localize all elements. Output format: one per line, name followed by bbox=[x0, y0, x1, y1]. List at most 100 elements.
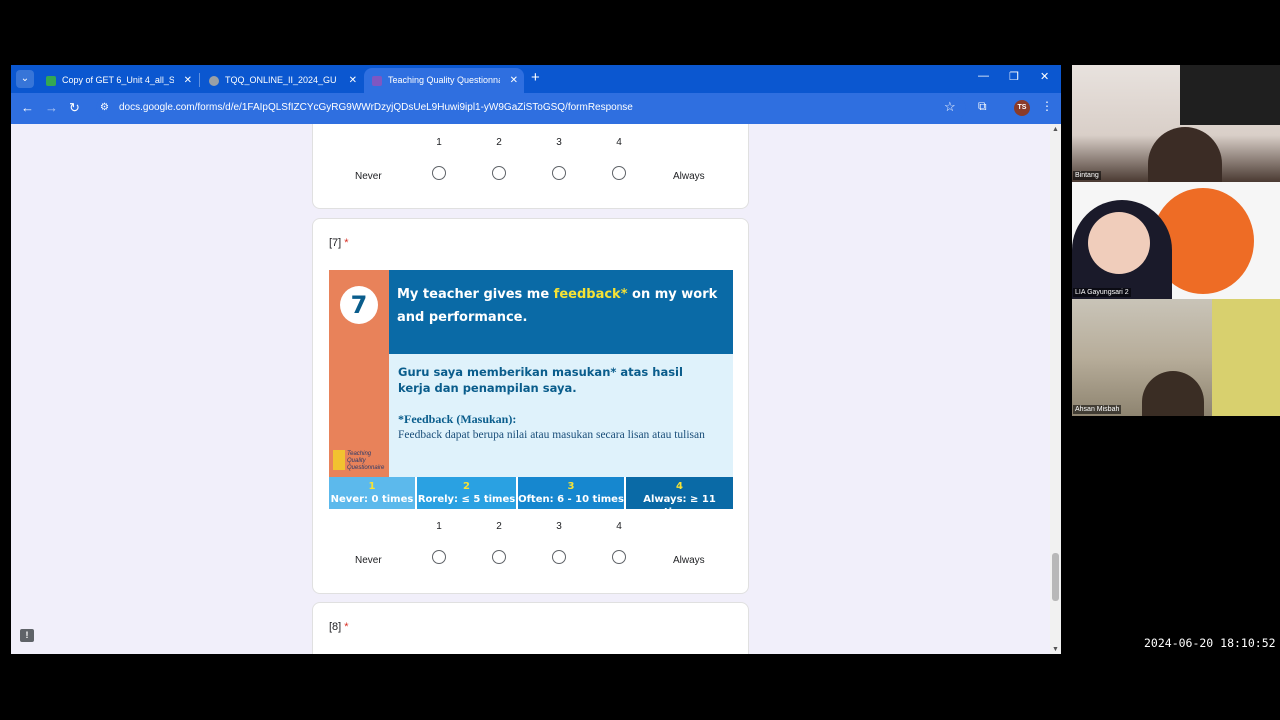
tab-search-icon[interactable]: ⌄ bbox=[16, 70, 34, 88]
english-text: My teacher gives me bbox=[397, 287, 554, 302]
question-card-6: 1 2 3 4 Never Always bbox=[312, 124, 749, 209]
background-object bbox=[1180, 65, 1280, 125]
radio-option-2[interactable] bbox=[492, 550, 506, 564]
profile-avatar[interactable]: TS bbox=[1014, 100, 1030, 116]
close-window-icon[interactable]: ✕ bbox=[1040, 70, 1049, 83]
radio-option-3[interactable] bbox=[552, 550, 566, 564]
question-title: [8] * bbox=[329, 621, 349, 633]
image-english-panel: My teacher gives me feedback* on my work… bbox=[389, 270, 733, 354]
radio-option-4[interactable] bbox=[612, 166, 626, 180]
radio-option-2[interactable] bbox=[492, 166, 506, 180]
radio-option-3[interactable] bbox=[552, 166, 566, 180]
page-viewport: 1 2 3 4 Never Always [7] * 7 Teaching Qu… bbox=[11, 124, 1061, 654]
close-icon[interactable]: ✕ bbox=[349, 68, 357, 93]
radio-option-4[interactable] bbox=[612, 550, 626, 564]
participant-video-tile: Bintang bbox=[1072, 65, 1280, 182]
extensions-icon[interactable]: ⧉ bbox=[978, 99, 987, 114]
indonesian-statement: Guru saya memberikan masukan* atas hasil… bbox=[398, 365, 683, 395]
url-text[interactable]: docs.google.com/forms/d/e/1FAIpQLSfIZCYc… bbox=[119, 102, 633, 113]
logo-mark bbox=[333, 450, 345, 470]
legend-segment-1: 1 Never: 0 times bbox=[329, 477, 417, 509]
globe-icon bbox=[209, 75, 219, 86]
question-image: 7 Teaching Quality Questionnaire My teac… bbox=[329, 270, 733, 509]
scale-high-label: Always bbox=[673, 171, 705, 182]
screen: ⌄ Copy of GET 6_Unit 4_all_SB-G2 ✕ TQQ_O… bbox=[0, 0, 1280, 720]
new-tab-button[interactable]: + bbox=[531, 69, 540, 87]
tab-divider bbox=[199, 73, 200, 87]
tab-label: Teaching Quality Questionnaire bbox=[388, 75, 500, 86]
scale-low-label: Never bbox=[355, 555, 382, 566]
browser-window: ⌄ Copy of GET 6_Unit 4_all_SB-G2 ✕ TQQ_O… bbox=[11, 65, 1061, 654]
recording-timestamp: 2024-06-20 18:10:52 bbox=[1144, 636, 1276, 650]
image-scale-legend: 1 Never: 0 times 2 Rorely: ≤ 5 times 3 Ofte… bbox=[329, 477, 733, 509]
participant-video-tile: LIA Gayungsari 2 bbox=[1072, 182, 1280, 299]
participant-face bbox=[1088, 212, 1150, 274]
tab-label: Copy of GET 6_Unit 4_all_SB-G2 bbox=[62, 75, 174, 86]
browser-toolbar: ← → ↻ ⚙ docs.google.com/forms/d/e/1FAIpQ… bbox=[11, 93, 1061, 124]
scale-number: 2 bbox=[496, 137, 502, 148]
feedback-definition: Feedback dapat berupa nilai atau masukan… bbox=[398, 429, 705, 441]
back-icon[interactable]: ← bbox=[21, 100, 34, 116]
page-scrollbar[interactable]: ▲ ▼ bbox=[1050, 124, 1061, 654]
english-statement: My teacher gives me feedback* on my work… bbox=[397, 283, 727, 329]
question-card-7: [7] * 7 Teaching Quality Questionnaire M… bbox=[312, 218, 749, 594]
legend-label: Often: 6 - 10 times bbox=[518, 494, 624, 505]
participant-figure bbox=[1142, 371, 1204, 416]
close-icon[interactable]: ✕ bbox=[510, 68, 518, 93]
scale-number: 1 bbox=[436, 137, 442, 148]
address-bar[interactable]: ⚙ docs.google.com/forms/d/e/1FAIpQLSfIZC… bbox=[96, 97, 966, 120]
scale-number: 3 bbox=[556, 521, 562, 532]
participant-figure bbox=[1148, 127, 1222, 182]
radio-option-1[interactable] bbox=[432, 166, 446, 180]
legend-number: 1 bbox=[368, 481, 376, 492]
legend-segment-3: 3 Often: 6 - 10 times bbox=[518, 477, 626, 509]
tab-bar: ⌄ Copy of GET 6_Unit 4_all_SB-G2 ✕ TQQ_O… bbox=[11, 65, 1061, 93]
legend-number: 3 bbox=[567, 481, 575, 492]
bookmark-star-icon[interactable]: ☆ bbox=[944, 99, 956, 115]
scale-number: 4 bbox=[616, 137, 622, 148]
question-number: [8] bbox=[329, 621, 342, 633]
scroll-thumb[interactable] bbox=[1052, 553, 1059, 601]
report-feedback-icon[interactable]: ! bbox=[20, 629, 34, 642]
scale-number: 1 bbox=[436, 521, 442, 532]
tab-slides[interactable]: Copy of GET 6_Unit 4_all_SB-G2 ✕ bbox=[38, 68, 198, 93]
tqq-logo: Teaching Quality Questionnaire bbox=[333, 450, 387, 472]
legend-number: 2 bbox=[463, 481, 470, 492]
scale-high-label: Always bbox=[673, 555, 705, 566]
restore-icon[interactable]: ❐ bbox=[1009, 70, 1019, 83]
forward-icon[interactable]: → bbox=[45, 100, 58, 116]
scale-number: 2 bbox=[496, 521, 502, 532]
legend-number: 4 bbox=[676, 481, 683, 492]
tab-guideline[interactable]: TQQ_ONLINE_II_2024_GUIDELIN ✕ bbox=[201, 68, 363, 93]
english-highlight: feedback* bbox=[553, 287, 628, 302]
participant-name: LIA Gayungsari 2 bbox=[1073, 288, 1131, 297]
participant-name: Bintang bbox=[1073, 171, 1101, 180]
menu-kebab-icon[interactable]: ⋮ bbox=[1041, 99, 1053, 113]
tab-label: TQQ_ONLINE_II_2024_GUIDELIN bbox=[225, 75, 337, 86]
question-number: [7] bbox=[329, 237, 342, 249]
legend-label: Always: ≥ 11 times bbox=[643, 494, 716, 509]
scroll-down-icon[interactable]: ▼ bbox=[1052, 646, 1059, 653]
legend-label: Rorely: ≤ 5 times bbox=[417, 494, 516, 505]
background-curtain bbox=[1212, 299, 1280, 416]
close-icon[interactable]: ✕ bbox=[184, 68, 192, 93]
legend-segment-4: 4 Always: ≥ 11 times bbox=[626, 477, 733, 509]
legend-segment-2: 2 Rorely: ≤ 5 times bbox=[417, 477, 518, 509]
legend-label: Never: 0 times bbox=[330, 494, 414, 505]
minimize-icon[interactable]: — bbox=[978, 70, 989, 82]
image-question-number: 7 bbox=[340, 286, 378, 324]
drive-icon bbox=[46, 75, 56, 86]
scroll-up-icon[interactable]: ▲ bbox=[1052, 126, 1059, 133]
question-card-8: [8] * bbox=[312, 602, 749, 654]
participant-video-tile: Ahsan Misbah bbox=[1072, 299, 1280, 416]
tab-questionnaire[interactable]: Teaching Quality Questionnaire ✕ bbox=[364, 68, 524, 93]
question-title: [7] * bbox=[329, 237, 349, 249]
participant-name: Ahsan Misbah bbox=[1073, 405, 1122, 414]
scale-number: 3 bbox=[556, 137, 562, 148]
image-side-band: 7 Teaching Quality Questionnaire bbox=[329, 270, 389, 477]
feedback-heading: *Feedback (Masukan): bbox=[398, 412, 517, 426]
site-info-icon[interactable]: ⚙ bbox=[100, 102, 114, 115]
forms-icon bbox=[372, 75, 382, 86]
radio-option-1[interactable] bbox=[432, 550, 446, 564]
reload-icon[interactable]: ↻ bbox=[69, 100, 80, 116]
